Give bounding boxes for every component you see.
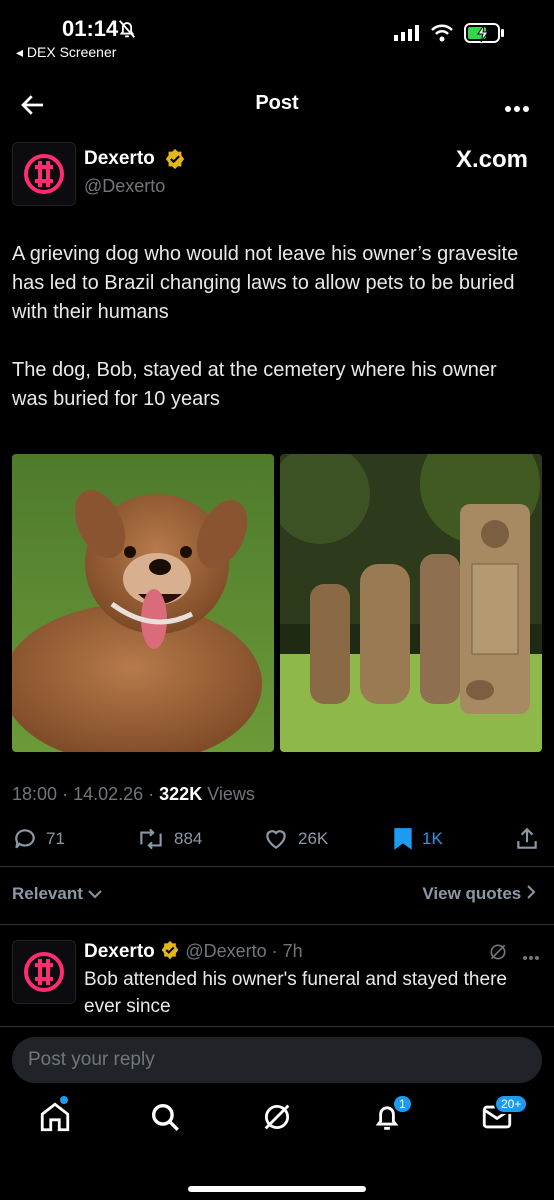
- reply-icon: [15, 829, 35, 849]
- reply-author-handle[interactable]: @Dexerto: [185, 941, 266, 961]
- views-label: Views: [207, 784, 255, 804]
- notifications-badge: 1: [392, 1094, 413, 1114]
- reply-count: 71: [46, 829, 65, 848]
- repost-icon: [140, 828, 162, 850]
- messages-tab[interactable]: 20+: [480, 1094, 529, 1140]
- bookmark-button[interactable]: 1K: [392, 826, 443, 852]
- wifi-icon: [430, 24, 454, 47]
- post-meta: 18:00 · 14.02.26 · 322K Views: [12, 784, 255, 804]
- chevron-right-icon: [527, 885, 536, 899]
- heart-icon: [266, 830, 286, 849]
- search-icon: [151, 1103, 179, 1131]
- reply-more-icon[interactable]: [522, 948, 540, 966]
- verified-badge-icon: [164, 148, 186, 175]
- divider: [0, 924, 554, 925]
- repost-button[interactable]: 884: [136, 826, 202, 852]
- cemetery-photo[interactable]: [280, 454, 542, 752]
- reply-avatar[interactable]: [12, 940, 76, 1004]
- view-quotes-link[interactable]: View quotes: [422, 884, 536, 904]
- reply-author-name[interactable]: Dexerto: [84, 941, 155, 962]
- grok-tab[interactable]: [260, 1100, 296, 1140]
- source-label: X.com: [455, 146, 528, 173]
- status-icons: [394, 22, 506, 49]
- grok-icon[interactable]: [488, 942, 508, 967]
- views-count: 322K: [159, 784, 203, 804]
- notifications-tab[interactable]: 1: [370, 1094, 413, 1140]
- author-handle[interactable]: @Dexerto: [84, 176, 165, 197]
- divider: [0, 1026, 554, 1027]
- home-tab[interactable]: [38, 1096, 74, 1140]
- like-button[interactable]: 26K: [262, 826, 328, 852]
- share-icon: [517, 827, 537, 849]
- page-title: Post: [255, 92, 299, 114]
- post-date: 14.02.26: [73, 784, 144, 804]
- view-quotes-label: View quotes: [422, 884, 522, 903]
- search-tab[interactable]: [148, 1100, 184, 1140]
- divider: [0, 866, 554, 867]
- home-icon: [40, 1102, 70, 1132]
- share-button[interactable]: [514, 826, 540, 852]
- reply-composer[interactable]: Post your reply: [12, 1037, 542, 1083]
- verified-badge-icon: [161, 940, 179, 960]
- like-count: 26K: [298, 829, 329, 848]
- reply-text: Bob attended his owner's funeral and sta…: [84, 969, 507, 1017]
- dog-photo[interactable]: [12, 454, 274, 752]
- reply-age: 7h: [282, 941, 303, 961]
- grok-icon: [264, 1104, 290, 1130]
- sort-dropdown[interactable]: Relevant: [12, 884, 102, 904]
- bookmark-count: 1K: [422, 829, 443, 848]
- back-to-app-link[interactable]: ◂ DEX Screener: [16, 44, 116, 61]
- messages-badge: 20+: [494, 1094, 529, 1114]
- sort-label: Relevant: [12, 884, 83, 903]
- repost-count: 884: [174, 829, 203, 848]
- reply-header: Dexerto @Dexerto · 7h: [84, 940, 303, 962]
- chevron-down-icon: [87, 890, 102, 899]
- author-name[interactable]: Dexerto: [84, 148, 155, 170]
- battery-charging-icon: [464, 22, 506, 49]
- author-avatar[interactable]: [12, 142, 76, 206]
- home-indicator: [188, 1186, 366, 1192]
- bell-slash-icon: [116, 18, 138, 45]
- post-time: 18:00: [12, 784, 58, 804]
- signal-icon: [394, 25, 420, 46]
- reply-placeholder: Post your reply: [28, 1049, 155, 1070]
- bookmark-filled-icon: [394, 828, 412, 850]
- status-time: 01:14: [62, 16, 119, 41]
- home-dot: [60, 1096, 68, 1104]
- bottom-nav: 1 20+: [0, 1094, 554, 1150]
- post-text: A grieving dog who would not leave his o…: [12, 243, 519, 410]
- reply-button[interactable]: 71: [12, 826, 65, 852]
- more-icon[interactable]: [504, 100, 530, 118]
- action-bar: 71 884 26K 1K: [0, 826, 554, 856]
